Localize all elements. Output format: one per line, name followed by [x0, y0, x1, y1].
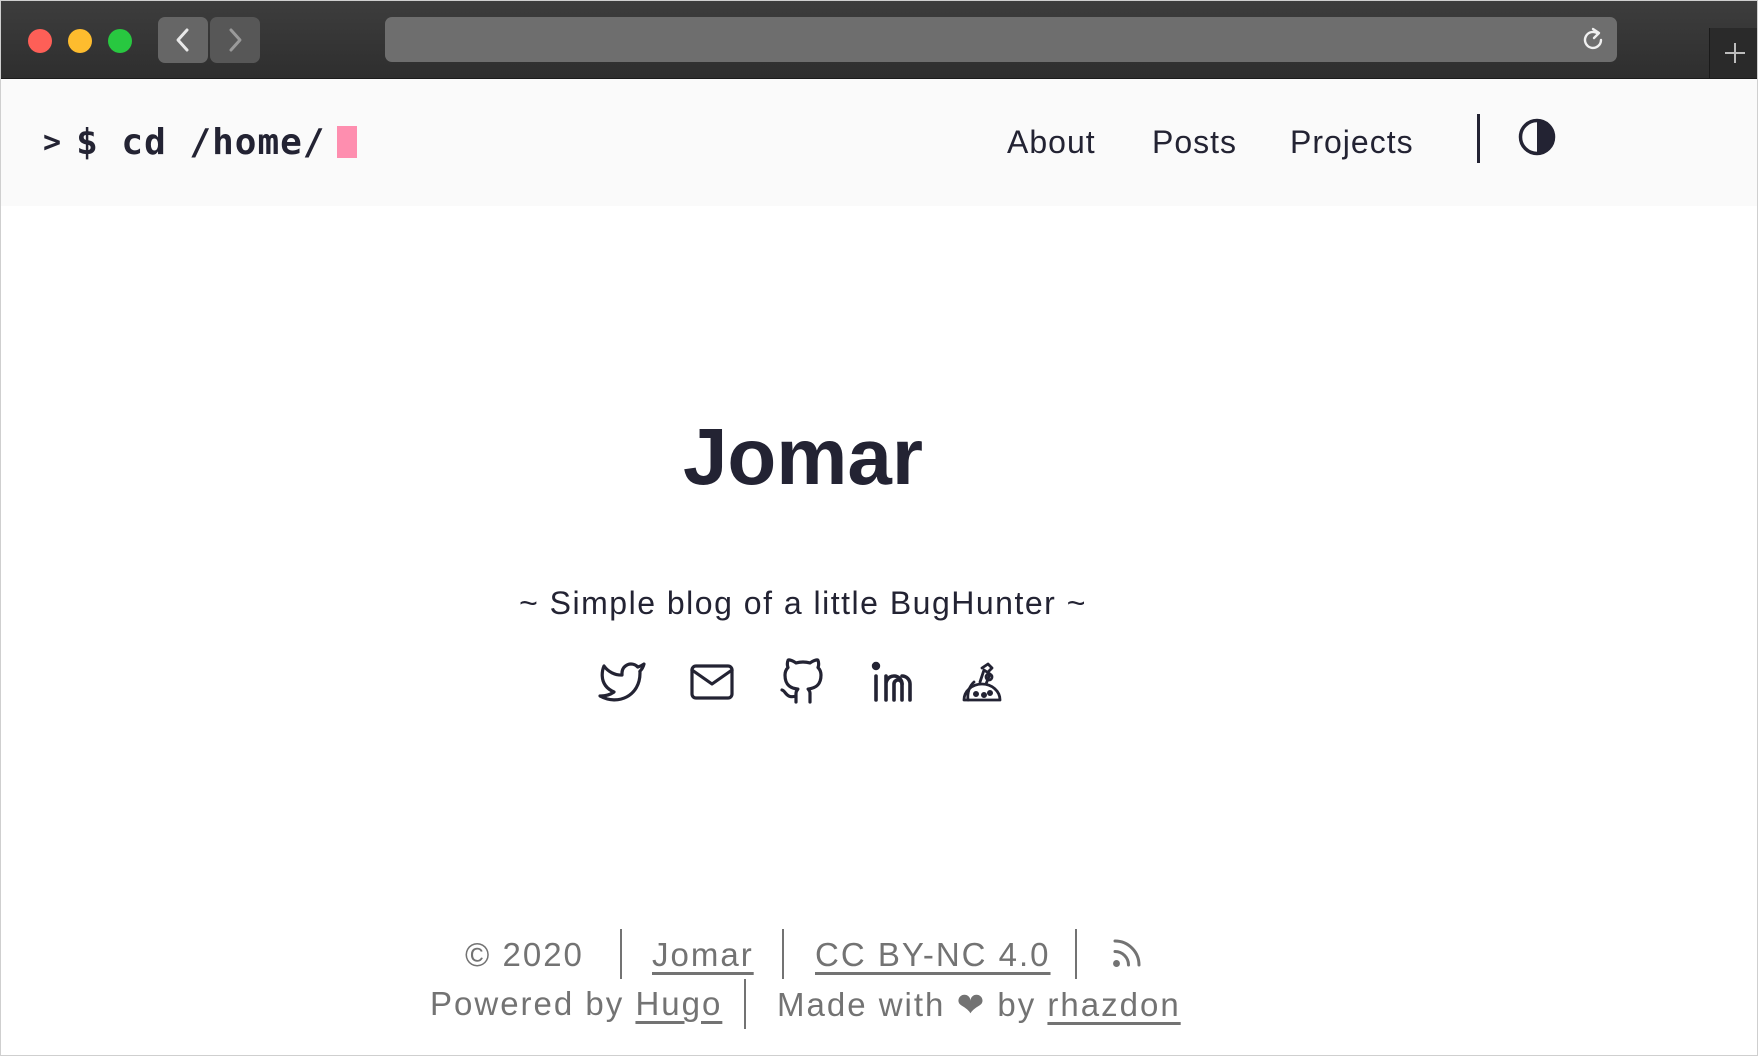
- email-link[interactable]: [688, 658, 736, 706]
- site-logo[interactable]: > $ cd /home/: [43, 119, 358, 165]
- hackerone-icon: [962, 662, 1002, 702]
- author-link[interactable]: Jomar: [652, 936, 754, 974]
- social-links: [598, 658, 1006, 706]
- site-header: > $ cd /home/ About Posts Projects: [1, 79, 1757, 206]
- linkedin-icon: [871, 661, 912, 702]
- logo-text: $ cd /home/: [76, 121, 326, 163]
- menu-item-posts[interactable]: Posts: [1152, 124, 1237, 161]
- menu-item-about[interactable]: About: [1007, 124, 1096, 161]
- minimize-window-button[interactable]: [68, 29, 92, 53]
- made-with-prefix: Made with ❤ by: [777, 986, 1037, 1023]
- chevron-right-icon: [229, 28, 242, 52]
- github-icon: [780, 658, 823, 704]
- footer-divider: [744, 979, 746, 1029]
- plus-icon: [1725, 43, 1745, 63]
- linkedin-link[interactable]: [868, 658, 916, 706]
- made-with-text: Made with ❤ by rhazdon: [777, 985, 1181, 1024]
- powered-by-text: Powered by Hugo: [430, 985, 722, 1023]
- hugo-link[interactable]: Hugo: [635, 985, 722, 1022]
- logo-caret: >: [43, 124, 63, 160]
- close-window-button[interactable]: [28, 29, 52, 53]
- back-button[interactable]: [158, 17, 208, 63]
- rhazdon-link[interactable]: rhazdon: [1047, 986, 1180, 1023]
- rss-link[interactable]: [1109, 935, 1145, 979]
- browser-toolbar: [1, 1, 1757, 79]
- footer-divider: [620, 929, 622, 979]
- address-bar[interactable]: [385, 17, 1617, 62]
- footer-divider: [1075, 929, 1077, 979]
- site-subtitle: ~ Simple blog of a little BugHunter ~: [519, 585, 1087, 621]
- footer-divider: [782, 929, 784, 979]
- blinking-cursor: [337, 126, 358, 158]
- half-circle-contrast-icon[interactable]: [1517, 117, 1557, 157]
- hackerone-link[interactable]: [958, 658, 1006, 706]
- forward-button[interactable]: [210, 17, 260, 63]
- mail-icon: [690, 664, 734, 700]
- license-link[interactable]: CC BY-NC 4.0: [815, 936, 1051, 974]
- github-link[interactable]: [778, 658, 826, 706]
- twitter-icon: [598, 662, 646, 702]
- browser-window: > $ cd /home/ About Posts Projects Jomar…: [0, 0, 1758, 1056]
- new-tab-button[interactable]: [1709, 28, 1757, 78]
- chevron-left-icon: [176, 28, 189, 52]
- page-title: Jomar: [682, 412, 924, 501]
- rss-icon: [1113, 939, 1141, 967]
- reload-icon[interactable]: [1579, 26, 1607, 54]
- powered-by-prefix: Powered by: [430, 985, 625, 1022]
- twitter-link[interactable]: [598, 658, 646, 706]
- menu-divider: [1477, 114, 1480, 163]
- zoom-window-button[interactable]: [108, 29, 132, 53]
- menu-item-projects[interactable]: Projects: [1290, 124, 1414, 161]
- copyright-text: © 2020: [465, 936, 584, 973]
